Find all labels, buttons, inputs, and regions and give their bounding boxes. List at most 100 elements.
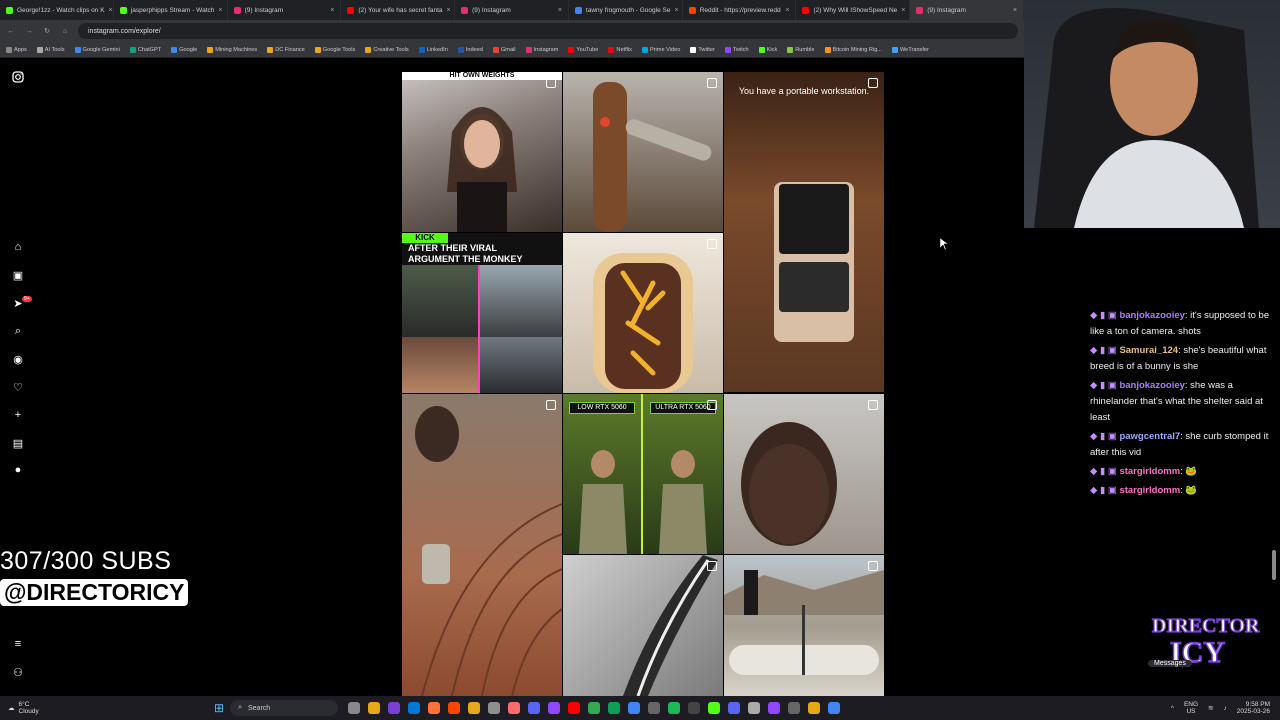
bookmark-item[interactable]: WeTransfer [891, 46, 929, 53]
bookmark-item[interactable]: Prime Video [641, 46, 680, 53]
taskbar-app-icon[interactable] [348, 702, 361, 714]
taskbar-app-icon[interactable] [788, 702, 801, 714]
explore-post[interactable]: HIT OWN WEIGHTS [402, 72, 562, 232]
wifi-icon[interactable]: ≋ [1208, 704, 1213, 712]
chat-scrollbar[interactable] [1272, 232, 1278, 692]
taskbar-app-icon[interactable] [388, 702, 401, 714]
taskbar-app-icon[interactable] [468, 702, 481, 714]
browser-tab[interactable]: (2) Why Will IShowSpeed Ne × [796, 0, 911, 20]
chat-username[interactable]: Samurai_124 [1119, 345, 1178, 356]
taskbar-app-icon[interactable] [448, 702, 461, 714]
bookmark-item[interactable]: Google [171, 46, 197, 53]
meta-icon[interactable]: ⚇ [11, 665, 25, 679]
home-icon[interactable]: ⌂ [11, 240, 25, 254]
taskbar-app-icon[interactable] [528, 702, 541, 714]
bookmark-item[interactable]: Apps [6, 46, 27, 53]
bookmark-item[interactable]: Google Tools [314, 46, 355, 53]
browser-tab[interactable]: (9) Instagram × [910, 0, 1025, 20]
windows-start-icon[interactable]: ⊞ [214, 701, 224, 715]
bookmark-item[interactable]: YouTube [568, 46, 598, 53]
taskbar-app-icon[interactable] [368, 702, 381, 714]
bookmark-item[interactable]: Indeed [457, 46, 483, 53]
taskbar-app-icon[interactable] [548, 702, 561, 714]
bookmark-item[interactable]: ChatGPT [129, 46, 161, 53]
tab-close-icon[interactable]: × [218, 7, 222, 14]
bookmark-item[interactable]: Mining Machines [207, 46, 257, 53]
explore-post[interactable] [563, 72, 723, 232]
browser-tab[interactable]: Reddit - https://preview.redd × [683, 0, 797, 20]
taskbar-app-icon[interactable] [568, 702, 581, 714]
explore-post[interactable] [724, 555, 884, 696]
taskbar-app-icon[interactable] [808, 702, 821, 714]
taskbar-app-icon[interactable] [648, 702, 661, 714]
browser-tab[interactable]: (2) Your wife has secret fanta × [341, 0, 456, 20]
browser-tab[interactable]: (9) Instagram × [228, 0, 342, 20]
taskbar-app-icon[interactable] [768, 702, 781, 714]
url-input[interactable]: instagram.com/explore/ [78, 23, 1018, 39]
taskbar-app-icon[interactable] [668, 702, 681, 714]
explore-post[interactable] [402, 394, 562, 696]
explore-post[interactable]: LOW RTX 5060 ULTRA RTX 5060 [563, 394, 723, 554]
search-icon[interactable]: ⌕ [11, 324, 25, 338]
taskbar-app-icon[interactable] [488, 702, 501, 714]
taskbar-app-icon[interactable] [748, 702, 761, 714]
menu-icon[interactable]: ≡ [11, 637, 25, 651]
explore-icon[interactable]: ◉ [11, 352, 25, 366]
chat-username[interactable]: stargirldomm [1119, 485, 1180, 496]
explore-post[interactable] [724, 394, 884, 554]
bookmark-item[interactable]: Google Gemini [74, 46, 120, 53]
browser-tab[interactable]: jasperphipps Stream - Watch × [114, 0, 228, 20]
bookmark-item[interactable]: Kick [758, 46, 777, 53]
taskbar-app-icon[interactable] [408, 702, 421, 714]
chat-username[interactable]: banjokazooiey [1119, 380, 1184, 391]
taskbar-app-icon[interactable] [728, 702, 741, 714]
bookmark-item[interactable]: Gmail [492, 46, 516, 53]
forward-icon[interactable]: → [24, 28, 34, 35]
back-icon[interactable]: ← [6, 28, 16, 35]
profile-icon[interactable]: ● [11, 463, 25, 477]
home-button-icon[interactable]: ⌂ [60, 28, 70, 35]
bookmark-item[interactable]: Twitch [724, 46, 749, 53]
bookmark-item[interactable]: AI Tools [36, 46, 65, 53]
tab-close-icon[interactable]: × [901, 7, 905, 14]
taskbar-app-icon[interactable] [828, 702, 841, 714]
chat-username[interactable]: pawgcentral7 [1119, 431, 1180, 442]
tab-close-icon[interactable]: × [1013, 7, 1017, 14]
bookmark-item[interactable]: Rumble [787, 46, 815, 53]
taskbar-app-icon[interactable] [628, 702, 641, 714]
weather-widget[interactable]: ☁ 6°C Cloudy [0, 701, 200, 715]
create-icon[interactable]: + [11, 408, 25, 422]
tab-close-icon[interactable]: × [674, 7, 678, 14]
chat-username[interactable]: banjokazooiey [1119, 310, 1184, 321]
browser-tab[interactable]: tawny frogmouth - Google Se × [569, 0, 683, 20]
bookmark-item[interactable]: Bitcoin Mining Rig... [824, 46, 882, 53]
taskbar-app-icon[interactable] [608, 702, 621, 714]
dashboard-icon[interactable]: ▤ [11, 436, 25, 450]
tab-close-icon[interactable]: × [109, 7, 113, 14]
tab-close-icon[interactable]: × [785, 7, 789, 14]
reels-icon[interactable]: ▣ [11, 268, 25, 282]
bookmark-item[interactable]: DC Finance [267, 46, 305, 53]
scrollbar-thumb[interactable] [1272, 550, 1276, 580]
messages-pill[interactable]: Messages [1148, 660, 1192, 667]
explore-post[interactable]: You have a portable workstation. [724, 72, 884, 392]
bookmark-item[interactable]: Netflix [608, 46, 632, 53]
explore-post[interactable]: KICK AFTER THEIR VIRAL ARGUMENT THE MONK… [402, 233, 562, 393]
bookmark-item[interactable]: Twitter [690, 46, 715, 53]
reload-icon[interactable]: ↻ [42, 27, 52, 35]
bookmark-item[interactable]: Creative Tools [365, 46, 409, 53]
browser-tab[interactable]: George!1zz - Watch clips on K × [0, 0, 114, 20]
chat-username[interactable]: stargirldomm [1119, 466, 1180, 477]
bookmark-item[interactable]: LinkedIn [418, 46, 448, 53]
heart-icon[interactable]: ♡ [11, 380, 25, 394]
tab-close-icon[interactable]: × [447, 7, 451, 14]
language-indicator[interactable]: ENG US [1184, 701, 1198, 715]
tab-close-icon[interactable]: × [558, 7, 562, 14]
tab-close-icon[interactable]: × [330, 7, 334, 14]
tray-chevron-icon[interactable]: ^ [1171, 705, 1174, 712]
explore-post[interactable] [563, 233, 723, 393]
taskbar-app-icon[interactable] [708, 702, 721, 714]
clock[interactable]: 9:58 PM 2025-03-26 [1237, 701, 1270, 715]
taskbar-app-icon[interactable] [688, 702, 701, 714]
bookmark-item[interactable]: Instagram [525, 46, 558, 53]
